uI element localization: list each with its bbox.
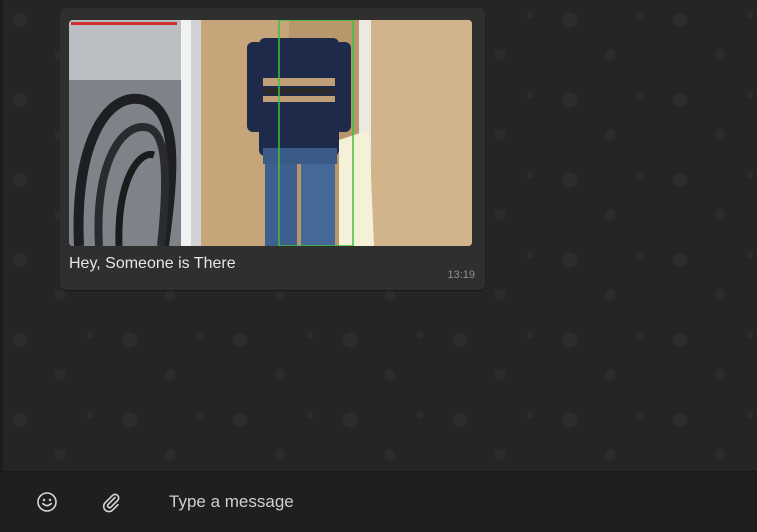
message-photo[interactable] bbox=[69, 20, 472, 246]
message-input[interactable] bbox=[158, 484, 738, 520]
paperclip-icon[interactable] bbox=[98, 489, 124, 515]
message-timestamp: 13:19 bbox=[447, 269, 475, 281]
message-bubble[interactable]: Hey, Someone is There 13:19 bbox=[60, 8, 485, 290]
message-composer bbox=[0, 471, 757, 532]
photo-image bbox=[69, 20, 472, 246]
smiley-icon[interactable] bbox=[34, 489, 60, 515]
chat-area: Hey, Someone is There 13:19 bbox=[0, 0, 757, 471]
pane-divider bbox=[0, 0, 3, 471]
message-caption: Hey, Someone is There bbox=[69, 255, 236, 272]
